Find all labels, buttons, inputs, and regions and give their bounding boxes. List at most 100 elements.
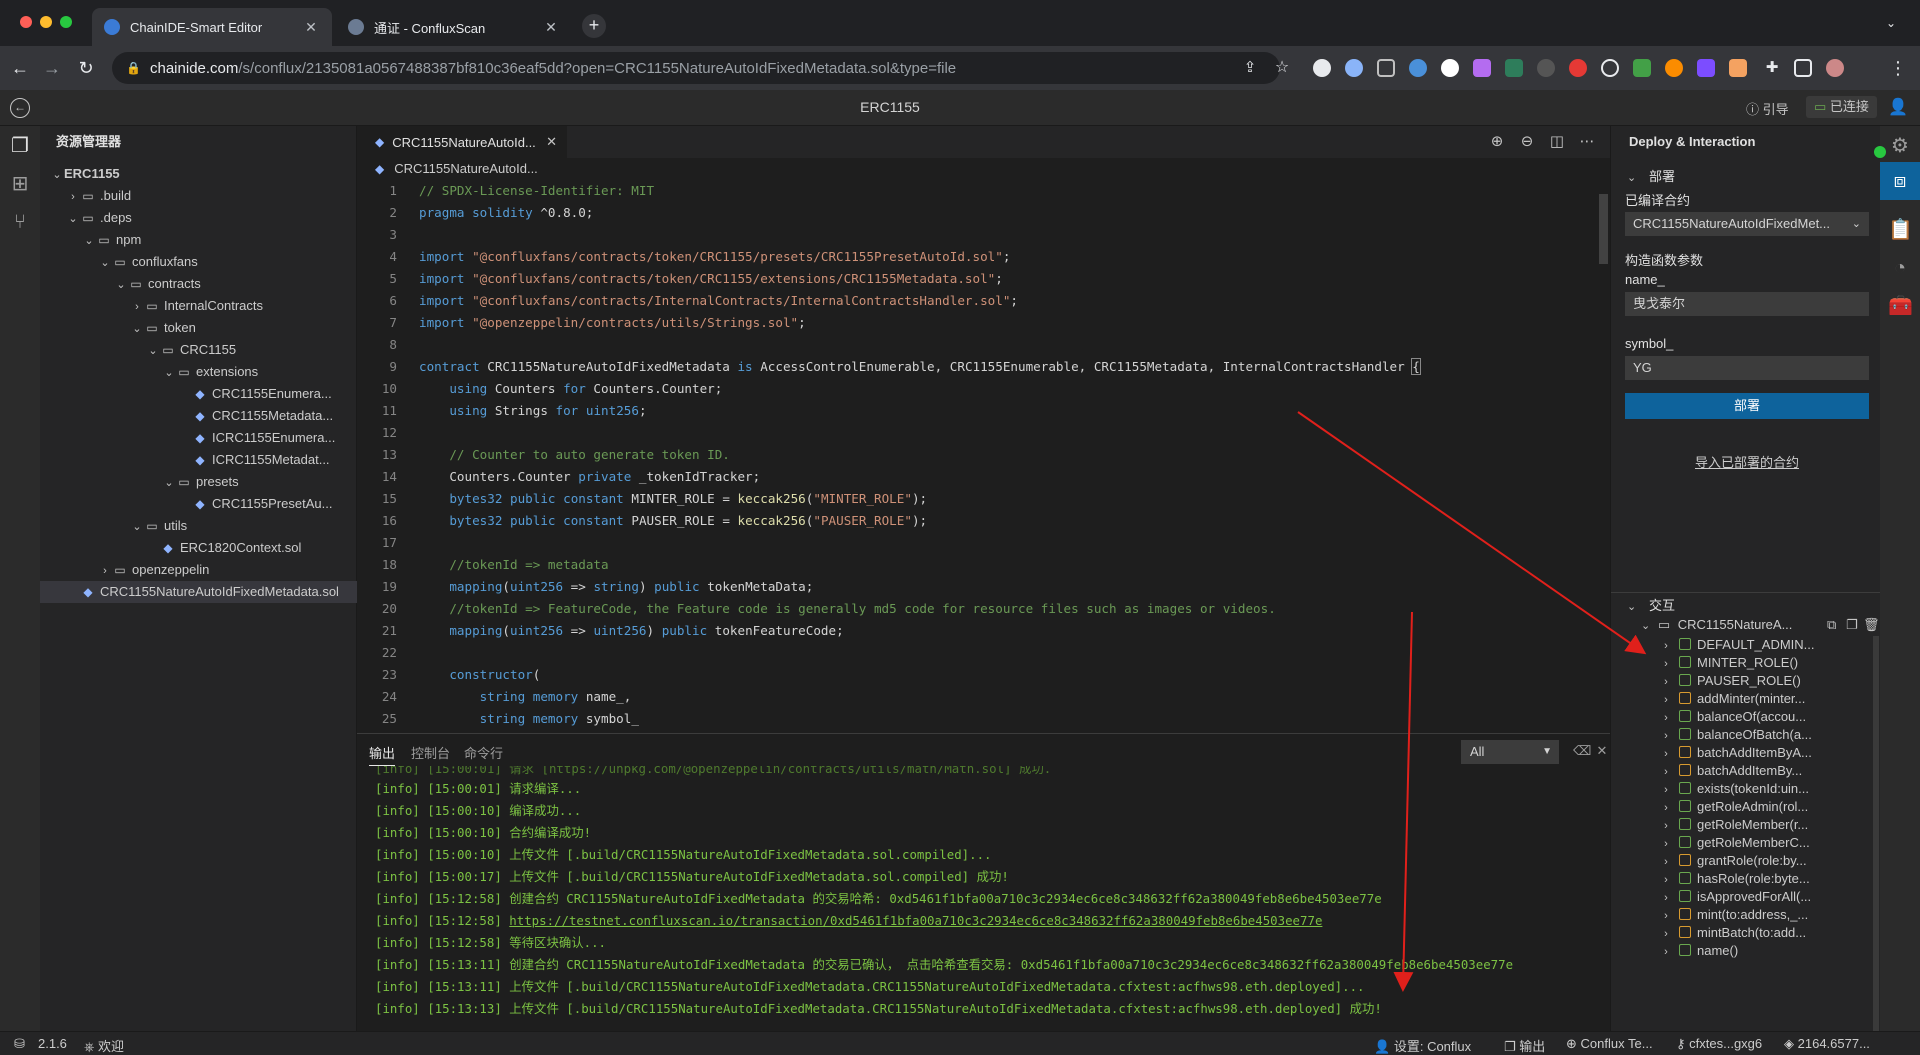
file-tree-file[interactable]: ◆ ICRC1155Enumera... (40, 427, 357, 449)
extension-icon[interactable] (1697, 59, 1715, 77)
file-tree-folder[interactable]: ⌄ ▭ CRC1155 (40, 339, 357, 361)
close-tab-icon[interactable]: ✕ (546, 134, 557, 150)
file-tree-folder[interactable]: ⌄ ▭ presets (40, 471, 357, 493)
guide-button[interactable]: ⓘ 引导 (1746, 99, 1789, 118)
contract-method-item[interactable]: › getRoleMemberC... (1657, 834, 1879, 852)
welcome-item[interactable]: ⎈ 欢迎 (84, 1036, 124, 1055)
contract-method-item[interactable]: › balanceOfBatch(a... (1657, 726, 1879, 744)
extension-icon[interactable] (1409, 59, 1427, 77)
extension-icon[interactable] (1601, 59, 1619, 77)
deploy-button[interactable]: 部署 (1625, 393, 1869, 419)
more-actions-icon[interactable]: ⋯ (1577, 132, 1597, 152)
name-param-input[interactable]: 曳戈泰尔 (1625, 292, 1869, 316)
deployed-contract-item[interactable]: ⌄ ▭ CRC1155NatureA... ⧉ ❐ 🗑 (1641, 614, 1880, 636)
settings-item[interactable]: 👤 设置: Conflux (1374, 1036, 1471, 1055)
extension-icon[interactable] (1377, 59, 1395, 77)
balance-item[interactable]: ◈ 2164.6577... (1784, 1036, 1870, 1052)
zoom-window-button[interactable] (60, 16, 72, 28)
contract-method-item[interactable]: › grantRole(role:by... (1657, 852, 1879, 870)
contract-method-item[interactable]: › exists(tokenId:uin... (1657, 780, 1879, 798)
account-item[interactable]: ⚷ cfxtes...gxg6 (1676, 1036, 1762, 1052)
browser-tab-active[interactable]: ChainIDE-Smart Editor ✕ (92, 8, 332, 46)
deploy-section-header[interactable]: ⌄ 部署 (1627, 166, 1675, 185)
log-level-select[interactable]: All ▼ (1461, 740, 1559, 764)
contract-method-item[interactable]: › DEFAULT_ADMIN... (1657, 636, 1879, 654)
address-bar[interactable]: 🔒 chainide.com/s/conflux/2135081a0567488… (112, 52, 1280, 84)
contract-method-item[interactable]: › batchAddItemByA... (1657, 744, 1879, 762)
file-tree-folder[interactable]: ⌄ ▭ .deps (40, 207, 357, 229)
audit-gauge-icon[interactable]: ◔ (1888, 256, 1912, 280)
metamask-icon[interactable] (1729, 59, 1747, 77)
extension-icon[interactable] (1665, 59, 1683, 77)
contract-method-item[interactable]: › MINTER_ROLE() (1657, 654, 1879, 672)
contract-method-item[interactable]: › addMinter(minter... (1657, 690, 1879, 708)
clear-output-icon[interactable]: ⌫ (1573, 742, 1591, 760)
contract-method-item[interactable]: › name() (1657, 942, 1879, 960)
forward-arrow-icon[interactable]: → (42, 58, 62, 78)
extension-icon[interactable] (1345, 59, 1363, 77)
back-arrow-icon[interactable]: ← (10, 58, 30, 78)
file-tree-folder[interactable]: ⌄ ▭ npm (40, 229, 357, 251)
open-external-icon[interactable]: ⧉ (1827, 614, 1836, 636)
close-panel-icon[interactable]: ✕ (1593, 742, 1611, 760)
side-panel-icon[interactable] (1794, 59, 1812, 77)
breadcrumb[interactable]: ◆ CRC1155NatureAutoId... (375, 158, 538, 180)
extension-icon[interactable] (1473, 59, 1491, 77)
profile-avatar[interactable] (1826, 59, 1844, 77)
git-branch-icon[interactable]: ⑂ (8, 210, 32, 234)
editor-scrollbar[interactable] (1597, 180, 1610, 733)
contract-method-item[interactable]: › batchAddItemBy... (1657, 762, 1879, 780)
transaction-link[interactable]: https://testnet.confluxscan.io/transacti… (509, 913, 1322, 928)
user-account-icon[interactable]: 👤 (1888, 97, 1908, 117)
compiled-contract-select[interactable]: CRC1155NatureAutoIdFixedMet... ⌄ (1625, 212, 1869, 236)
extension-icon[interactable] (1633, 59, 1651, 77)
tab-output[interactable]: 输出 (369, 743, 396, 766)
file-tree-folder[interactable]: ⌄ ▭ confluxfans (40, 251, 357, 273)
symbol-param-input[interactable]: YG (1625, 356, 1869, 380)
zoom-in-icon[interactable]: ⊕ (1487, 132, 1507, 152)
zoom-out-icon[interactable]: ⊖ (1517, 132, 1537, 152)
copy-icon[interactable]: ❐ (1846, 614, 1858, 636)
file-tree-folder[interactable]: › ▭ .build (40, 185, 357, 207)
tab-search-chevron-icon[interactable]: ⌄ (1886, 16, 1896, 30)
tab-terminal[interactable]: 命令行 (464, 743, 503, 762)
extension-icon[interactable] (1505, 59, 1523, 77)
split-editor-icon[interactable]: ◫ (1547, 132, 1567, 152)
methods-scrollbar[interactable] (1873, 636, 1879, 1031)
new-tab-button[interactable]: + (582, 14, 606, 38)
editor-tab-active[interactable]: ◆ CRC1155NatureAutoId... ✕ (357, 126, 567, 158)
file-tree-file[interactable]: ◆ CRC1155Metadata... (40, 405, 357, 427)
file-tree-file[interactable]: ◆ CRC1155PresetAu... (40, 493, 357, 515)
file-tree-file[interactable]: ◆ CRC1155NatureAutoIdFixedMetadata.sol (40, 581, 357, 603)
interact-section-header[interactable]: ⌄ 交互 (1627, 595, 1675, 614)
extension-icon[interactable] (1313, 59, 1331, 77)
contract-method-item[interactable]: › mintBatch(to:add... (1657, 924, 1879, 942)
minimize-window-button[interactable] (40, 16, 52, 28)
file-tree-folder[interactable]: ⌄ ▭ extensions (40, 361, 357, 383)
contract-method-item[interactable]: › hasRole(role:byte... (1657, 870, 1879, 888)
browser-menu-icon[interactable]: ⋮ (1888, 58, 1908, 78)
contract-method-item[interactable]: › balanceOf(accou... (1657, 708, 1879, 726)
plugins-grid-icon[interactable]: ⊞ (8, 172, 32, 196)
file-tree-folder[interactable]: ⌄ ▭ token (40, 317, 357, 339)
extension-icon[interactable] (1537, 59, 1555, 77)
import-deployed-contract-link[interactable]: 导入已部署的合约 (1625, 452, 1869, 471)
file-tree-folder[interactable]: › ▭ InternalContracts (40, 295, 357, 317)
network-item[interactable]: ⊕ Conflux Te... (1566, 1036, 1653, 1052)
contract-method-item[interactable]: › mint(to:address,_... (1657, 906, 1879, 924)
file-tree-folder[interactable]: ⌄ ▭ contracts (40, 273, 357, 295)
extensions-puzzle-icon[interactable]: ✚ (1762, 58, 1782, 78)
code-area[interactable]: 1 // SPDX-License-Identifier: MIT 2 pragma … (357, 180, 1597, 733)
bookmark-star-icon[interactable]: ☆ (1272, 58, 1292, 78)
clipboard-icon[interactable]: 📋 (1888, 218, 1913, 242)
share-icon[interactable]: ⇪ (1240, 58, 1260, 78)
output-item[interactable]: ❐ 输出 (1504, 1036, 1545, 1055)
extension-icon[interactable] (1569, 59, 1587, 77)
trash-icon[interactable]: 🗑 (1863, 614, 1880, 636)
contract-method-item[interactable]: › getRoleAdmin(rol... (1657, 798, 1879, 816)
interaction-panel-icon[interactable]: ⧈ (1888, 169, 1912, 193)
file-tree-file[interactable]: ◆ ICRC1155Metadat... (40, 449, 357, 471)
file-tree-folder[interactable]: › ▭ openzeppelin (40, 559, 357, 581)
toolbox-icon[interactable]: 🧰 (1888, 294, 1913, 318)
reload-icon[interactable]: ↻ (76, 58, 96, 78)
